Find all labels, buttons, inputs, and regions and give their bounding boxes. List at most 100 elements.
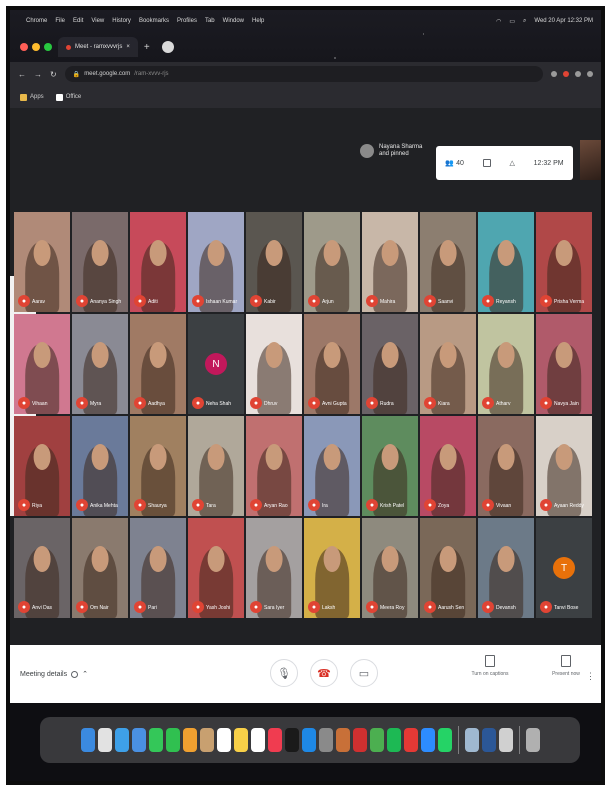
preview-icon[interactable]: [464, 728, 479, 752]
menu-window[interactable]: Window: [223, 18, 244, 24]
participant-tile[interactable]: ● Om Nair: [72, 518, 128, 618]
participant-tile[interactable]: ● Avni Gupta: [304, 314, 360, 414]
extension-icon[interactable]: [575, 71, 581, 77]
trash-icon[interactable]: [525, 728, 540, 752]
extension-icon[interactable]: [551, 71, 557, 77]
captions-button[interactable]: Turn on captions: [470, 655, 510, 677]
minimize-window-icon[interactable]: [32, 43, 40, 51]
menu-help[interactable]: Help: [252, 18, 264, 24]
profile-avatar[interactable]: [161, 41, 174, 53]
participant-tile[interactable]: ● Meera Roy: [362, 518, 418, 618]
participant-tile[interactable]: ● Krish Patel: [362, 416, 418, 516]
participant-tile[interactable]: ● Zoya: [420, 416, 476, 516]
forward-icon[interactable]: →: [34, 70, 42, 79]
present-now-button[interactable]: Present now: [546, 655, 586, 677]
zoom-window-icon[interactable]: [44, 43, 52, 51]
reload-icon[interactable]: ↻: [50, 70, 57, 79]
participant-tile[interactable]: ● Rudra: [362, 314, 418, 414]
participant-tile[interactable]: ● Arjun: [304, 212, 360, 312]
facetime-icon[interactable]: [148, 728, 163, 752]
bookmark-office[interactable]: Office: [55, 93, 81, 101]
participant-tile[interactable]: ● Sara Iyer: [246, 518, 302, 618]
kebab-menu-icon[interactable]: [587, 71, 593, 77]
participant-tile[interactable]: ● Kiara: [420, 314, 476, 414]
participant-tile[interactable]: ● Pari: [130, 518, 186, 618]
more-options-icon[interactable]: ⋮: [586, 671, 595, 682]
leave-call-button[interactable]: ☎: [310, 659, 338, 687]
participant-tile[interactable]: ● Kabir: [246, 212, 302, 312]
menu-bookmarks[interactable]: Bookmarks: [139, 18, 169, 24]
wifi-icon[interactable]: ◠: [496, 18, 501, 25]
system-preferences-icon[interactable]: [318, 728, 333, 752]
close-window-icon[interactable]: [20, 43, 28, 51]
participant-tile[interactable]: ● Ananya Singh: [72, 212, 128, 312]
photo-booth-icon[interactable]: [352, 728, 367, 752]
participant-tile[interactable]: ● Saanvi: [420, 212, 476, 312]
notes-list-icon[interactable]: [498, 728, 513, 752]
participant-tile[interactable]: ● Aarush Sen: [420, 518, 476, 618]
new-tab-button[interactable]: +: [144, 42, 150, 53]
launchpad-icon[interactable]: [97, 728, 112, 752]
notes-icon[interactable]: [233, 728, 248, 752]
spotify-icon[interactable]: [386, 728, 401, 752]
participant-tile[interactable]: ● Prisha Verma: [536, 212, 592, 312]
participant-tile[interactable]: ● Devansh: [478, 518, 534, 618]
menu-profiles[interactable]: Profiles: [177, 18, 197, 24]
calendar-icon[interactable]: [216, 728, 231, 752]
guitar-icon[interactable]: [335, 728, 350, 752]
participant-tile[interactable]: ● Aadhya: [130, 314, 186, 414]
microphone-button[interactable]: 🎙: [270, 659, 298, 687]
participant-tile[interactable]: ● Riya: [14, 416, 70, 516]
participant-tile[interactable]: ● Atharv: [478, 314, 534, 414]
url-field[interactable]: 🔒 meet.google.com /ram-xvvv-rjs: [64, 66, 543, 82]
app-store-icon[interactable]: [301, 728, 316, 752]
whatsapp-icon[interactable]: [437, 728, 452, 752]
participant-tile[interactable]: ● Ira: [304, 416, 360, 516]
menubar-clock[interactable]: Wed 20 Apr 12:32 PM: [534, 18, 593, 24]
participant-tile[interactable]: ● Reyansh: [478, 212, 534, 312]
participant-tile[interactable]: ● Tara: [188, 416, 244, 516]
tv-icon[interactable]: [284, 728, 299, 752]
participant-tile[interactable]: ● Anika Mehta: [72, 416, 128, 516]
battery-icon[interactable]: ▭: [509, 18, 515, 25]
finder-icon[interactable]: [80, 728, 95, 752]
search-icon[interactable]: ⌕: [523, 18, 526, 25]
messages-icon[interactable]: [165, 728, 180, 752]
word-icon[interactable]: [481, 728, 496, 752]
participant-tile[interactable]: ● Anvi Das: [14, 518, 70, 618]
participant-tile[interactable]: ● Navya Jain: [536, 314, 592, 414]
participant-tile[interactable]: N ● Neha Shah: [188, 314, 244, 414]
tab-close-icon[interactable]: ×: [126, 44, 130, 50]
menu-chrome[interactable]: Chrome: [26, 18, 47, 24]
photos-icon[interactable]: [182, 728, 197, 752]
menu-file[interactable]: File: [55, 18, 65, 24]
extension-icon[interactable]: [563, 71, 569, 77]
menu-history[interactable]: History: [112, 18, 131, 24]
back-icon[interactable]: ←: [18, 70, 26, 79]
zoom-red-icon[interactable]: [403, 728, 418, 752]
contacts-icon[interactable]: [199, 728, 214, 752]
chrome-icon[interactable]: [369, 728, 384, 752]
participant-tile[interactable]: ● Aditi: [130, 212, 186, 312]
participant-tile[interactable]: ● Ayaan Reddy: [536, 416, 592, 516]
participant-tile[interactable]: ● Aarav: [14, 212, 70, 312]
browser-tab-meet[interactable]: Meet - ramxvvvrjs ×: [58, 37, 138, 57]
camera-button[interactable]: ▭: [350, 659, 378, 687]
meeting-details-button[interactable]: Meeting details ⌃: [20, 670, 220, 678]
bookmark-apps[interactable]: Apps: [20, 93, 44, 101]
participant-tile[interactable]: ● Shaurya: [130, 416, 186, 516]
chat-button[interactable]: [482, 159, 491, 167]
participant-tile[interactable]: ● Yash Joshi: [188, 518, 244, 618]
pinned-presenter[interactable]: Nayana Sharma and pinned: [360, 144, 430, 158]
participant-tile[interactable]: T ● Tanvi Bose: [536, 518, 592, 618]
participant-tile[interactable]: ● Mahira: [362, 212, 418, 312]
participant-tile[interactable]: ● Aryan Rao: [246, 416, 302, 516]
menu-tab[interactable]: Tab: [205, 18, 215, 24]
participant-tile[interactable]: ● Vihaan: [14, 314, 70, 414]
people-button[interactable]: 👥 40: [445, 159, 464, 168]
mail-icon[interactable]: [131, 728, 146, 752]
menu-edit[interactable]: Edit: [73, 18, 83, 24]
reminders-icon[interactable]: [250, 728, 265, 752]
participant-tile[interactable]: ● Dhruv: [246, 314, 302, 414]
participant-tile[interactable]: ● Laksh: [304, 518, 360, 618]
